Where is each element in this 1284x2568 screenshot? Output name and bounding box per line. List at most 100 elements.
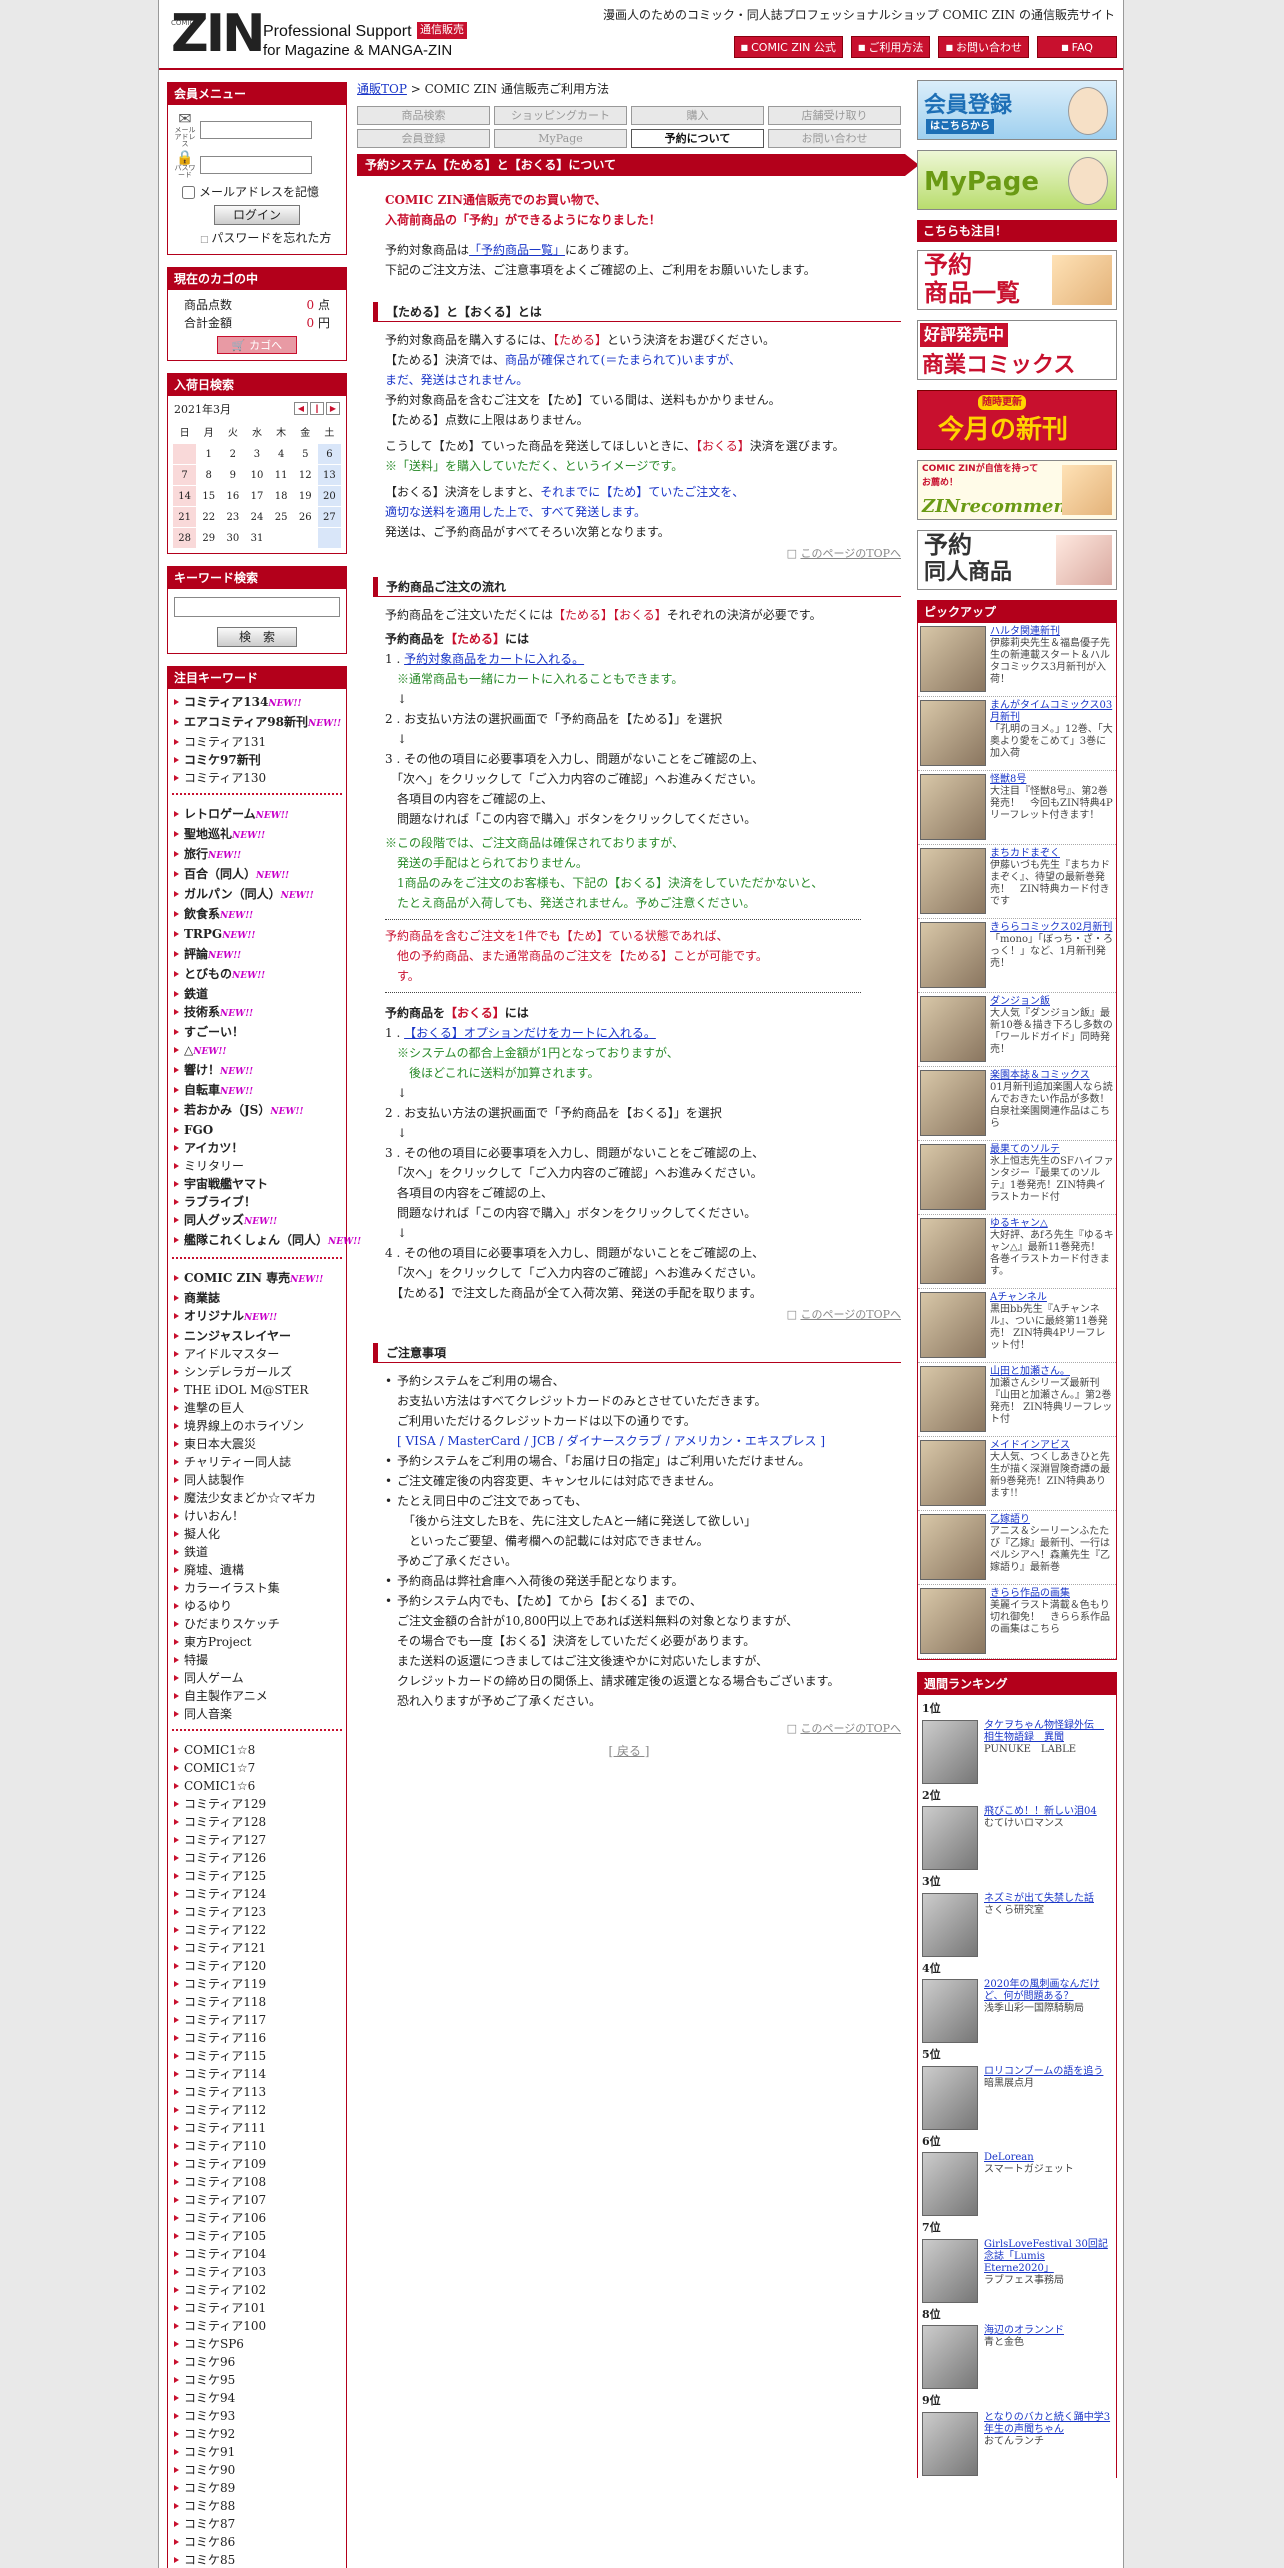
keyword-link[interactable]: ゆるゆり: [172, 1597, 342, 1615]
keyword-link[interactable]: TRPGNEW!!: [172, 925, 342, 945]
pickup-title-link[interactable]: Aチャンネル: [990, 1292, 1114, 1304]
pickup-item[interactable]: ゆるキャン△ 大好評、あfろ先生『ゆるキャン△』最新11巻発売！ 各巻イラストカー…: [918, 1215, 1116, 1289]
ranking-title-link[interactable]: タケヲちゃん物怪録外伝 相生物語録 異聞: [984, 1720, 1112, 1744]
tab-mypage[interactable]: MyPage: [494, 129, 627, 148]
pickup-thumbnail[interactable]: [920, 848, 986, 914]
keyword-link[interactable]: コミケ94: [172, 2389, 342, 2407]
keyword-link[interactable]: コミティア117: [172, 2011, 342, 2029]
ranking-thumbnail[interactable]: [922, 1806, 978, 1870]
keyword-link[interactable]: レトロゲームNEW!!: [172, 805, 342, 825]
keyword-link[interactable]: コミケ89: [172, 2479, 342, 2497]
keyword-search-button[interactable]: 検 索: [217, 627, 297, 647]
email-field[interactable]: [200, 120, 312, 139]
keyword-link[interactable]: コミティア114: [172, 2065, 342, 2083]
remember-email-checkbox[interactable]: [182, 185, 195, 199]
keyword-link[interactable]: COMIC ZIN 専売NEW!!: [172, 1269, 342, 1289]
keyword-link[interactable]: コミケ88: [172, 2497, 342, 2515]
ranking-thumbnail[interactable]: [922, 1719, 978, 1784]
keyword-link[interactable]: 廃墟、遺構: [172, 1561, 342, 1579]
keyword-link[interactable]: コミケ93: [172, 2407, 342, 2425]
keyword-link[interactable]: コミティア112: [172, 2101, 342, 2119]
keyword-link[interactable]: コミティア122: [172, 1921, 342, 1939]
calendar-day[interactable]: 10: [244, 464, 270, 486]
keyword-link[interactable]: 東日本大震災: [172, 1435, 342, 1453]
keyword-link[interactable]: コミティア101: [172, 2299, 342, 2317]
keyword-link[interactable]: コミケSP6: [172, 2335, 342, 2353]
calendar-day[interactable]: 28: [171, 527, 198, 549]
keyword-link[interactable]: △NEW!!: [172, 1041, 342, 1061]
tab-purchase[interactable]: 購入: [631, 106, 764, 125]
keyword-link[interactable]: コミケ91: [172, 2443, 342, 2461]
keyword-link[interactable]: 擬人化: [172, 1525, 342, 1543]
keyword-link[interactable]: COMIC1☆8: [172, 1741, 342, 1759]
keyword-link[interactable]: コミティア123: [172, 1903, 342, 1921]
pickup-item[interactable]: メイドインアビス 大人気、つくしあきひと先生が描く深淵冒険奇譚の最新9巻発売！ZI…: [918, 1437, 1116, 1511]
pickup-title-link[interactable]: まんがタイムコミックス03月新刊: [990, 700, 1114, 724]
add-reservation-to-cart-link[interactable]: 予約対象商品をカートに入れる。: [404, 652, 584, 666]
keyword-link[interactable]: 同人音楽: [172, 1705, 342, 1723]
calendar-day[interactable]: 11: [268, 464, 294, 486]
view-cart-button[interactable]: 🛒 カゴへ: [217, 335, 297, 354]
breadcrumb-top-link[interactable]: 通販TOP: [357, 82, 407, 96]
keyword-link[interactable]: コミティア106: [172, 2209, 342, 2227]
calendar-day[interactable]: 9: [220, 464, 246, 486]
keyword-link[interactable]: 境界線上のホライゾン: [172, 1417, 342, 1435]
member-registration-banner[interactable]: 会員登録 はこちらから: [917, 80, 1117, 140]
calendar-day[interactable]: 17: [244, 485, 270, 507]
keyword-link[interactable]: コミティア124: [172, 1885, 342, 1903]
pickup-item[interactable]: ハルタ関連新刊 伊藤莉央先生＆福島優子先生の新連載スタート＆ハルタコミックス3月新…: [918, 623, 1116, 697]
keyword-link[interactable]: アイカツ！: [172, 1139, 342, 1157]
ranking-title-link[interactable]: 2020年の風刺画なんだけど、何が問題ある？: [984, 1979, 1112, 2003]
forgot-password-link[interactable]: □ パスワードを忘れた方: [200, 229, 340, 248]
keyword-link[interactable]: コミケ96: [172, 2353, 342, 2371]
keyword-link[interactable]: 鉄道: [172, 985, 342, 1003]
ranking-thumbnail[interactable]: [922, 2152, 978, 2216]
site-logo[interactable]: COMIC ZIN Professional Support 通信販売 for …: [171, 6, 471, 62]
keyword-link[interactable]: コミケ97新刊: [172, 751, 342, 769]
pickup-item[interactable]: 最果てのソルテ 氷上恒志先生のSFハイファンタジー『最果てのソルテ』1巻発売！ZI…: [918, 1141, 1116, 1215]
keyword-link[interactable]: 特撮: [172, 1651, 342, 1669]
new-this-month-banner[interactable]: 随時更新 今月の新刊: [917, 390, 1117, 450]
calendar-day[interactable]: 4: [268, 443, 294, 465]
keyword-link[interactable]: 艦隊これくしょん（同人）NEW!!: [172, 1231, 361, 1251]
pickup-thumbnail[interactable]: [920, 1218, 986, 1284]
add-okuru-option-link[interactable]: 【おくる】オプションだけをカートに入れる。: [404, 1026, 656, 1040]
ranking-title-link[interactable]: DeLorean: [984, 2152, 1074, 2164]
keyword-link[interactable]: 飲食系NEW!!: [172, 905, 342, 925]
tab-member-registration[interactable]: 会員登録: [357, 129, 490, 148]
calendar-day[interactable]: 30: [220, 527, 246, 549]
calendar-day[interactable]: 20: [316, 485, 343, 507]
pickup-item[interactable]: Aチャンネル 黒田bb先生『Aチャンネル』、ついに最終第11巻発売！ ZIN特典4…: [918, 1289, 1116, 1363]
pickup-item[interactable]: きらら作品の画集 美麗イラスト満載＆色もり切れ御免！ きらら系作品の画集はこちら: [918, 1585, 1116, 1659]
ranking-thumbnail[interactable]: [922, 1979, 978, 2043]
calendar-day[interactable]: 25: [268, 506, 294, 528]
ranking-item[interactable]: となりのバカと続く踊中学3年生の声聞ちゃん おてんランチ: [922, 2410, 1112, 2476]
pickup-title-link[interactable]: ハルタ関連新刊: [990, 626, 1114, 638]
keyword-link[interactable]: 自転車NEW!!: [172, 1081, 342, 1101]
pickup-item[interactable]: 怪獣8号 大注目『怪獣8号』、第2巻発売！ 今回もZIN特典4Pリーフレット付きま…: [918, 771, 1116, 845]
calendar-day[interactable]: 19: [292, 485, 318, 507]
ranking-item[interactable]: GirlsLoveFestival 30回記念誌「Lumis Eterne202…: [922, 2237, 1112, 2303]
pickup-thumbnail[interactable]: [920, 1514, 986, 1580]
keyword-link[interactable]: とびものNEW!!: [172, 965, 342, 985]
keyword-link[interactable]: 評論NEW!!: [172, 945, 342, 965]
keyword-link[interactable]: コミティア107: [172, 2191, 342, 2209]
ranking-title-link[interactable]: GirlsLoveFestival 30回記念誌「Lumis Eterne202…: [984, 2239, 1112, 2275]
keyword-link[interactable]: FGO: [172, 1121, 342, 1139]
keyword-link[interactable]: シンデレラガールズ: [172, 1363, 342, 1381]
zin-recommend-banner[interactable]: COMIC ZINが自信を持ってお薦め！ ZINrecommend: [917, 460, 1117, 520]
ranking-item[interactable]: ロリコンブームの語を追う 暗黒展点月: [922, 2064, 1112, 2130]
keyword-link[interactable]: 自主製作アニメ: [172, 1687, 342, 1705]
keyword-link[interactable]: 響け！NEW!!: [172, 1061, 342, 1081]
pickup-title-link[interactable]: 最果てのソルテ: [990, 1144, 1114, 1156]
pickup-item[interactable]: 山田と加瀬さん。 加瀬さんシリーズ最新刊『山田と加瀬さん。』第2巻発売！ ZIN特…: [918, 1363, 1116, 1437]
pickup-title-link[interactable]: まちカドまぞく: [990, 848, 1114, 860]
keyword-link[interactable]: コミティア130: [172, 769, 342, 787]
contact-button[interactable]: お問い合わせ: [938, 36, 1029, 58]
calendar-day[interactable]: 6: [316, 443, 343, 465]
tab-product-search[interactable]: 商品検索: [357, 106, 490, 125]
keyword-search-input[interactable]: [174, 597, 340, 617]
calendar-day[interactable]: 23: [220, 506, 246, 528]
keyword-link[interactable]: コミティア119: [172, 1975, 342, 1993]
pickup-item[interactable]: まんがタイムコミックス03月新刊 「孔明のヨメ。」12巻、「大奥より愛をこめて」3…: [918, 697, 1116, 771]
